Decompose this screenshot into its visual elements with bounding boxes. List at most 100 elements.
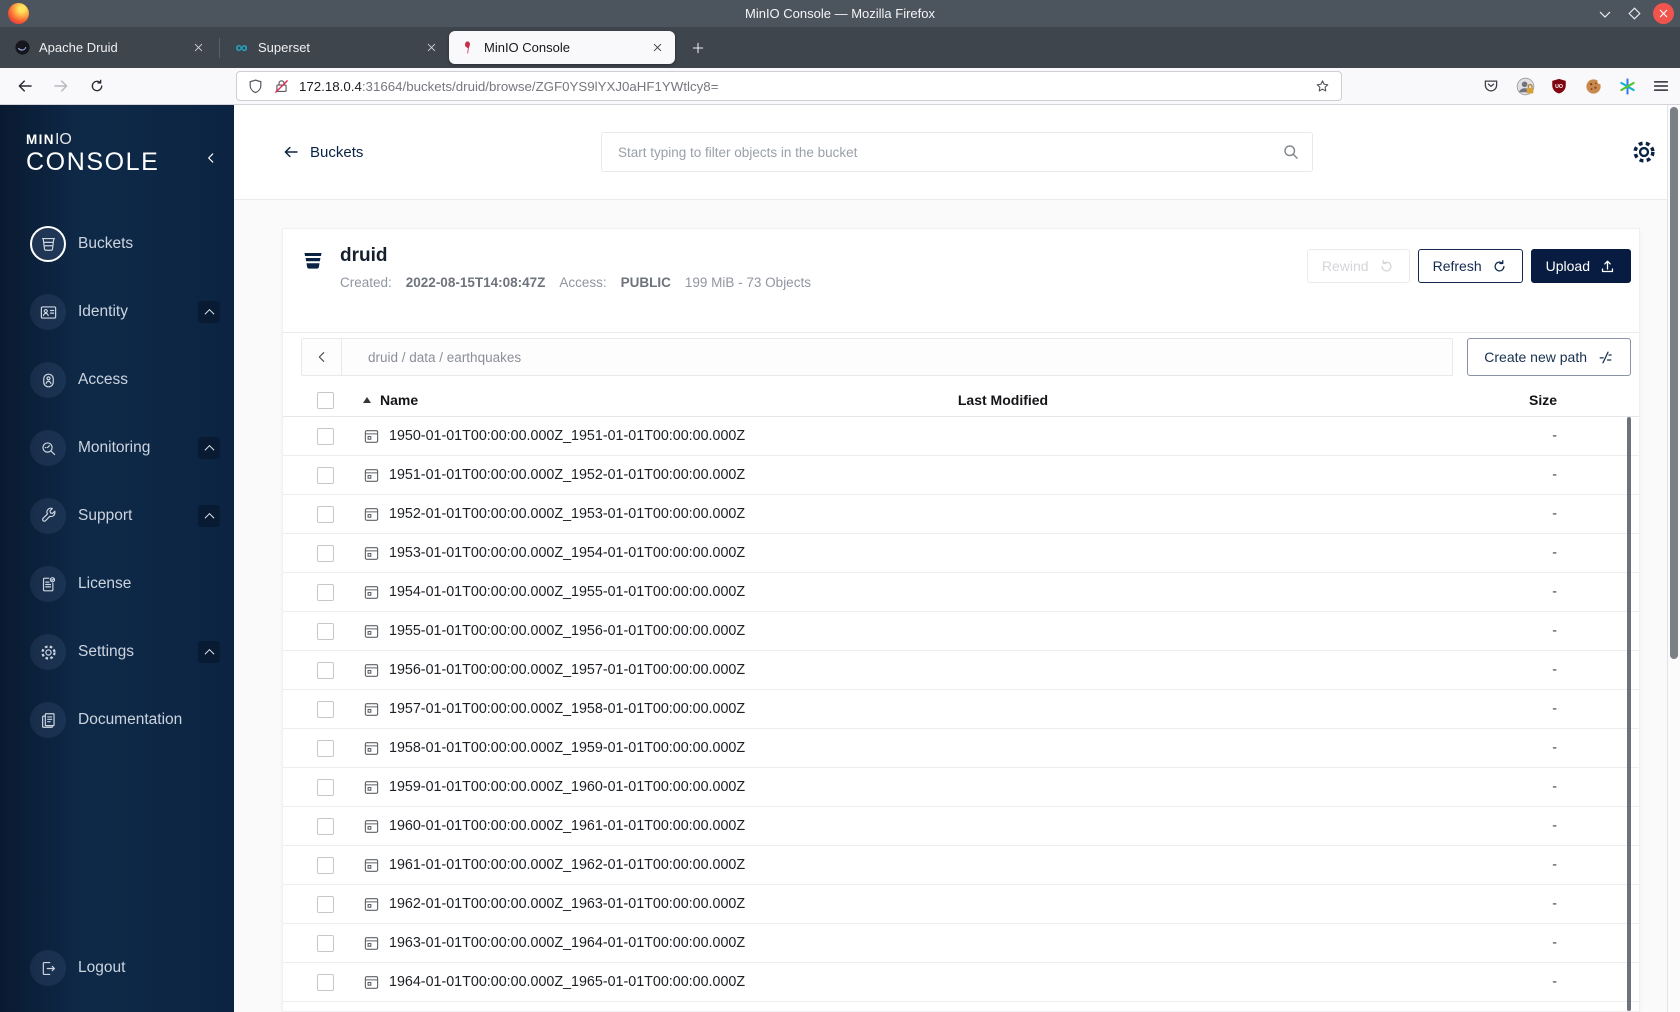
table-row[interactable]: 1964-01-01T00:00:00.000Z_1965-01-01T00:0… xyxy=(283,963,1639,1002)
table-row[interactable]: 1958-01-01T00:00:00.000Z_1959-01-01T00:0… xyxy=(283,729,1639,768)
menu-hamburger-icon[interactable] xyxy=(1650,75,1672,97)
row-checkbox[interactable] xyxy=(317,661,334,679)
row-checkbox[interactable] xyxy=(317,973,334,991)
table-row[interactable]: 1953-01-01T00:00:00.000Z_1954-01-01T00:0… xyxy=(283,534,1639,573)
sidebar-item-monitoring[interactable]: Monitoring xyxy=(0,414,234,482)
sidebar-item-settings[interactable]: Settings xyxy=(0,618,234,686)
monitoring-icon xyxy=(39,439,58,458)
url-bar[interactable]: 172.18.0.4:31664/buckets/druid/browse/ZG… xyxy=(236,71,1342,101)
table-row[interactable]: 1952-01-01T00:00:00.000Z_1953-01-01T00:0… xyxy=(283,495,1639,534)
table-row[interactable]: 1961-01-01T00:00:00.000Z_1962-01-01T00:0… xyxy=(283,846,1639,885)
collapse-caret-icon[interactable] xyxy=(198,437,220,460)
table-row[interactable]: 1950-01-01T00:00:00.000Z_1951-01-01T00:0… xyxy=(283,417,1639,456)
sidebar-item-logout[interactable]: Logout xyxy=(0,934,234,1002)
row-checkbox[interactable] xyxy=(317,466,334,484)
object-file-icon xyxy=(363,740,380,757)
tab-close-icon[interactable] xyxy=(647,38,667,58)
close-button[interactable] xyxy=(1653,3,1674,24)
table-row[interactable]: 1959-01-01T00:00:00.000Z_1960-01-01T00:0… xyxy=(283,768,1639,807)
forward-button[interactable] xyxy=(46,72,76,100)
collapse-caret-icon[interactable] xyxy=(198,301,220,324)
page-scrollbar[interactable] xyxy=(1667,105,1680,1012)
create-new-path-button[interactable]: Create new path xyxy=(1467,338,1631,376)
tab-superset[interactable]: ∞ Superset xyxy=(223,31,449,64)
created-label: Created: xyxy=(340,275,392,290)
identity-icon xyxy=(39,303,58,322)
breadcrumb[interactable]: druid / data / earthquakes xyxy=(342,350,521,365)
sidebar-collapse-icon[interactable] xyxy=(204,151,218,165)
bucket-name: druid xyxy=(340,245,388,266)
search-input[interactable] xyxy=(601,132,1313,172)
tab-close-icon[interactable] xyxy=(188,38,208,58)
url-text: 172.18.0.4:31664/buckets/druid/browse/ZG… xyxy=(299,78,719,94)
tab-apache-druid[interactable]: Apache Druid xyxy=(4,31,216,64)
tab-minio-console[interactable]: MinIO Console xyxy=(449,31,675,64)
ublock-icon[interactable]: UO xyxy=(1548,75,1570,97)
row-checkbox[interactable] xyxy=(317,544,334,562)
table-row[interactable]: 1957-01-01T00:00:00.000Z_1958-01-01T00:0… xyxy=(283,690,1639,729)
minio-console-logo: MINIO CONSOLE xyxy=(0,105,234,175)
row-checkbox[interactable] xyxy=(317,856,334,874)
row-checkbox[interactable] xyxy=(317,934,334,952)
superset-favicon: ∞ xyxy=(235,38,248,57)
table-scrollbar[interactable] xyxy=(1627,417,1631,1011)
row-checkbox[interactable] xyxy=(317,622,334,640)
select-all-checkbox[interactable] xyxy=(317,391,334,409)
settings-gear-icon[interactable] xyxy=(1630,138,1658,166)
logout-icon xyxy=(39,959,58,978)
cookie-icon[interactable] xyxy=(1582,75,1604,97)
row-checkbox[interactable] xyxy=(317,817,334,835)
collapse-caret-icon[interactable] xyxy=(198,505,220,528)
column-header-name[interactable]: Name xyxy=(363,392,743,408)
column-header-last-modified[interactable]: Last Modified xyxy=(743,392,1263,408)
back-button[interactable] xyxy=(10,72,40,100)
object-list: 1950-01-01T00:00:00.000Z_1951-01-01T00:0… xyxy=(283,417,1639,1002)
object-file-icon xyxy=(363,857,380,874)
back-to-buckets-link[interactable]: Buckets xyxy=(282,143,363,161)
account-icon[interactable] xyxy=(1514,75,1536,97)
insecure-lock-icon[interactable] xyxy=(273,78,290,95)
upload-button[interactable]: Upload xyxy=(1530,249,1631,283)
table-row[interactable]: 1963-01-01T00:00:00.000Z_1964-01-01T00:0… xyxy=(283,924,1639,963)
support-icon xyxy=(39,507,58,526)
object-file-icon xyxy=(363,779,380,796)
row-checkbox[interactable] xyxy=(317,505,334,523)
row-checkbox[interactable] xyxy=(317,427,334,445)
row-checkbox[interactable] xyxy=(317,739,334,757)
table-row[interactable]: 1960-01-01T00:00:00.000Z_1961-01-01T00:0… xyxy=(283,807,1639,846)
sidebar-item-license[interactable]: License xyxy=(0,550,234,618)
sidebar-item-buckets[interactable]: Buckets xyxy=(0,210,234,278)
table-row[interactable]: 1962-01-01T00:00:00.000Z_1963-01-01T00:0… xyxy=(283,885,1639,924)
refresh-button[interactable]: Refresh xyxy=(1417,249,1523,283)
reload-button[interactable] xyxy=(82,72,112,100)
row-checkbox[interactable] xyxy=(317,778,334,796)
sidebar-item-identity[interactable]: Identity xyxy=(0,278,234,346)
bookmark-star-icon[interactable] xyxy=(1314,78,1331,95)
object-file-icon xyxy=(363,701,380,718)
path-back-chevron[interactable] xyxy=(302,339,342,375)
table-row[interactable]: 1955-01-01T00:00:00.000Z_1956-01-01T00:0… xyxy=(283,612,1639,651)
pocket-icon[interactable] xyxy=(1480,75,1502,97)
table-row[interactable]: 1956-01-01T00:00:00.000Z_1957-01-01T00:0… xyxy=(283,651,1639,690)
object-file-icon xyxy=(363,623,380,640)
row-checkbox[interactable] xyxy=(317,895,334,913)
minimize-button[interactable] xyxy=(1595,4,1615,24)
rewind-button[interactable]: Rewind xyxy=(1306,249,1410,283)
extension-asterisk-icon[interactable] xyxy=(1616,75,1638,97)
row-checkbox[interactable] xyxy=(317,583,334,601)
column-header-size[interactable]: Size xyxy=(1263,392,1569,408)
sidebar-item-support[interactable]: Support xyxy=(0,482,234,550)
table-row[interactable]: 1951-01-01T00:00:00.000Z_1952-01-01T00:0… xyxy=(283,456,1639,495)
tab-close-icon[interactable] xyxy=(421,38,441,58)
page-scrollbar-thumb[interactable] xyxy=(1670,107,1678,659)
row-checkbox[interactable] xyxy=(317,700,334,718)
sidebar-item-documentation[interactable]: Documentation xyxy=(0,686,234,754)
sidebar-item-access[interactable]: Access xyxy=(0,346,234,414)
table-row[interactable]: 1954-01-01T00:00:00.000Z_1955-01-01T00:0… xyxy=(283,573,1639,612)
maximize-button[interactable] xyxy=(1624,4,1644,24)
window-title: MinIO Console — Mozilla Firefox xyxy=(745,6,935,21)
collapse-caret-icon[interactable] xyxy=(198,641,220,664)
shield-permissions-icon[interactable] xyxy=(247,78,264,95)
new-tab-button[interactable] xyxy=(683,33,713,63)
object-file-icon xyxy=(363,428,380,445)
